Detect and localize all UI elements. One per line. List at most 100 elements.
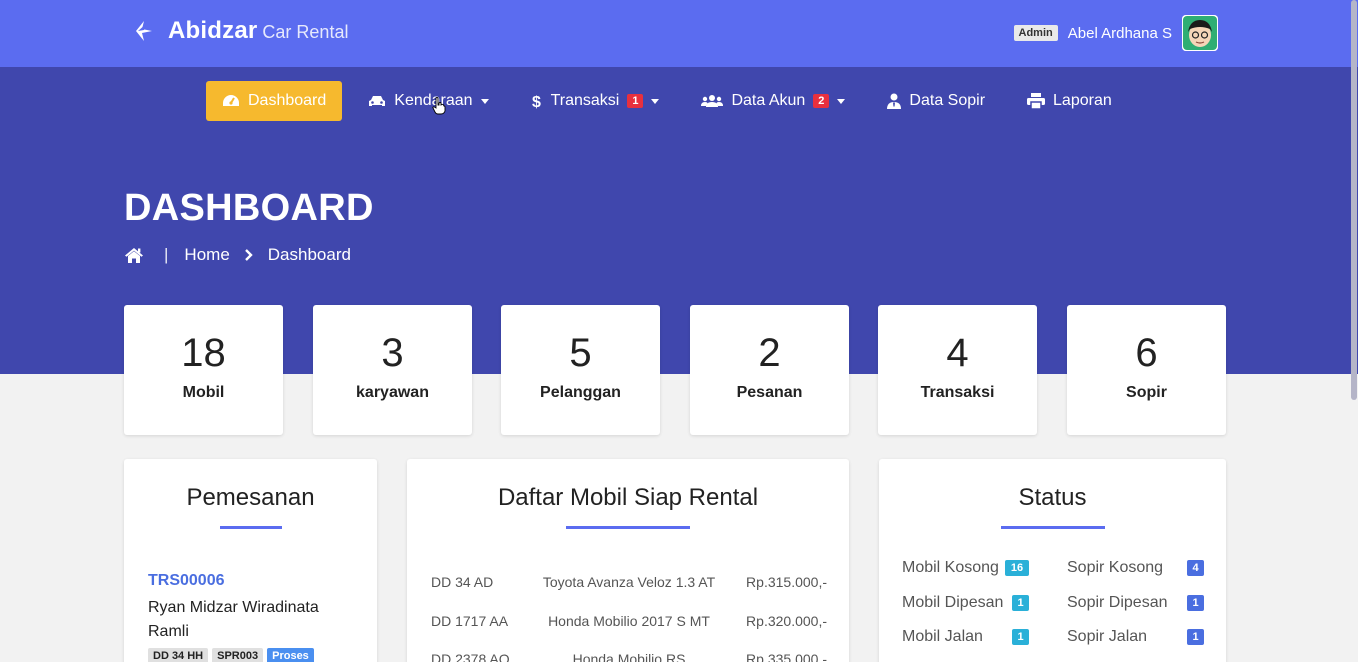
- stat-card-transaksi: 4 Transaksi: [878, 305, 1037, 435]
- user-tie-icon: [887, 93, 902, 109]
- nav-transaksi[interactable]: $ Transaksi 1: [515, 81, 676, 121]
- orders-card: Pemesanan TRS00006 Ryan Midzar Wiradinat…: [124, 459, 377, 662]
- car-price: Rp.315.000,-: [746, 574, 827, 591]
- dollar-icon: $: [532, 94, 541, 109]
- stat-value: 18: [181, 331, 226, 375]
- title-underline: [1000, 526, 1105, 529]
- car-icon: [369, 96, 386, 106]
- order-customer: Ryan Midzar Wiradinata Ramli: [148, 599, 319, 640]
- role-badge: Admin: [1013, 25, 1058, 41]
- nav-kendaraan[interactable]: Kendaraan: [352, 81, 504, 121]
- status-count-badge: 4: [1187, 560, 1204, 577]
- brand-name: Abidzar: [168, 17, 258, 44]
- status-count-badge: 1: [1012, 594, 1029, 611]
- stat-card-sopir: 6 Sopir: [1067, 305, 1226, 435]
- stat-label: Pelanggan: [540, 384, 621, 401]
- status-row: Mobil Kosong 16 Sopir Kosong 4: [902, 551, 1204, 586]
- nav-data-sopir[interactable]: Data Sopir: [871, 81, 1001, 121]
- plate-tag: DD 34 HH: [148, 648, 209, 662]
- status-label: Mobil Jalan: [902, 628, 983, 646]
- stat-label: Pesanan: [736, 384, 803, 401]
- status-mobil-dipesan: Mobil Dipesan 1: [902, 594, 1053, 612]
- stat-label: Transaksi: [920, 384, 995, 401]
- stat-card-karyawan: 3 karyawan: [313, 305, 472, 435]
- page-title: DASHBOARD: [124, 187, 374, 229]
- status-mobil-kosong: Mobil Kosong 16: [902, 559, 1053, 577]
- order-id-link[interactable]: TRS00006: [148, 572, 358, 590]
- hand-cursor-icon: [432, 97, 446, 115]
- stats-row: 18 Mobil 3 karyawan 5 Pelanggan 2 Pesana…: [124, 305, 1226, 435]
- home-icon[interactable]: [124, 247, 144, 263]
- order-item[interactable]: TRS00006 Ryan Midzar Wiradinata Ramli DD…: [148, 572, 358, 662]
- status-label: Mobil Dipesan: [902, 593, 1004, 611]
- breadcrumb: | Home Dashboard: [124, 245, 351, 265]
- status-title: Status: [1018, 484, 1087, 511]
- title-underline: [219, 526, 282, 529]
- stat-card-pesanan: 2 Pesanan: [690, 305, 849, 435]
- stat-value: 4: [946, 331, 969, 375]
- dashboard-gauge-icon: [223, 95, 239, 106]
- orders-title: Pemesanan: [186, 484, 315, 511]
- nav-data-sopir-label: Data Sopir: [909, 92, 986, 109]
- nav-dashboard-label: Dashboard: [248, 92, 327, 109]
- status-grid: Mobil Kosong 16 Sopir Kosong 4 Mobil Dip…: [902, 551, 1204, 655]
- svg-text:$: $: [532, 94, 541, 109]
- stat-value: 2: [758, 331, 781, 375]
- car-model: Honda Mobilio 2017 S MT: [548, 612, 710, 629]
- avatar-illustration-icon: [1182, 15, 1218, 51]
- car-price: Rp.320.000,-: [746, 612, 827, 629]
- table-row[interactable]: DD 34 AD Toyota Avanza Veloz 1.3 AT Rp.3…: [431, 563, 827, 602]
- cars-card: Daftar Mobil Siap Rental DD 34 AD Toyota…: [407, 459, 849, 662]
- transaksi-count-badge: 1: [627, 94, 644, 108]
- nav-data-akun-label: Data Akun: [731, 92, 806, 109]
- stat-value: 6: [1135, 331, 1158, 375]
- car-model: Honda Mobilio RS: [572, 651, 686, 662]
- cars-table: DD 34 AD Toyota Avanza Veloz 1.3 AT Rp.3…: [431, 563, 827, 662]
- brand-subtitle: Car Rental: [262, 22, 349, 42]
- nav-dashboard[interactable]: Dashboard: [206, 81, 343, 121]
- car-model: Toyota Avanza Veloz 1.3 AT: [542, 574, 716, 591]
- stat-card-pelanggan: 5 Pelanggan: [501, 305, 660, 435]
- table-row[interactable]: DD 2378 AO Honda Mobilio RS Rp.335.000,-: [431, 640, 827, 662]
- status-label: Sopir Jalan: [1067, 628, 1148, 646]
- akun-count-badge: 2: [813, 94, 830, 108]
- avatar[interactable]: [1182, 15, 1218, 51]
- nav-laporan[interactable]: Laporan: [1011, 81, 1128, 121]
- chevron-down-icon: [651, 98, 660, 104]
- brand[interactable]: Abidzar Car Rental: [132, 17, 348, 45]
- car-price: Rp.335.000,-: [746, 651, 827, 662]
- car-plate: DD 1717 AA: [431, 612, 509, 629]
- nav-transaksi-label: Transaksi: [550, 92, 620, 109]
- breadcrumb-home[interactable]: Home: [184, 245, 229, 265]
- order-tags: DD 34 HH SPR003 Proses: [148, 648, 358, 662]
- chevron-right-icon: [244, 249, 253, 261]
- driver-tag: SPR003: [212, 648, 264, 662]
- status-card: Status Mobil Kosong 16 Sopir Kosong 4 Mo…: [879, 459, 1226, 662]
- status-label: Mobil Kosong: [902, 559, 999, 577]
- status-count-badge: 16: [1005, 560, 1029, 577]
- brand-logo-icon: [136, 21, 152, 41]
- main-nav: Dashboard Kendaraan $ Transaksi 1 Data A…: [206, 81, 1138, 121]
- stat-label: Sopir: [1126, 384, 1167, 401]
- user-menu[interactable]: Admin Abel Ardhana S: [1013, 15, 1218, 51]
- table-row[interactable]: DD 1717 AA Honda Mobilio 2017 S MT Rp.32…: [431, 602, 827, 641]
- scrollbar-thumb[interactable]: [1351, 0, 1357, 400]
- status-label: Sopir Kosong: [1067, 559, 1164, 577]
- status-sopir-dipesan: Sopir Dipesan 1: [1053, 594, 1204, 612]
- stat-card-mobil: 18 Mobil: [124, 305, 283, 435]
- page-scrollbar[interactable]: [1350, 0, 1358, 662]
- users-icon: [701, 95, 724, 107]
- breadcrumb-current: Dashboard: [267, 245, 351, 264]
- status-badge: Proses: [267, 648, 314, 662]
- print-icon: [1027, 93, 1046, 109]
- car-plate: DD 2378 AO: [431, 651, 510, 662]
- nav-data-akun[interactable]: Data Akun 2: [685, 81, 861, 121]
- status-row: Mobil Dipesan 1 Sopir Dipesan 1: [902, 586, 1204, 621]
- breadcrumb-separator: |: [164, 245, 169, 264]
- status-row: Mobil Jalan 1 Sopir Jalan 1: [902, 620, 1204, 655]
- nav-laporan-label: Laporan: [1053, 92, 1112, 109]
- user-name: Abel Ardhana S: [1067, 24, 1172, 42]
- status-sopir-kosong: Sopir Kosong 4: [1053, 559, 1204, 577]
- stat-value: 5: [569, 331, 592, 375]
- title-underline: [566, 526, 690, 529]
